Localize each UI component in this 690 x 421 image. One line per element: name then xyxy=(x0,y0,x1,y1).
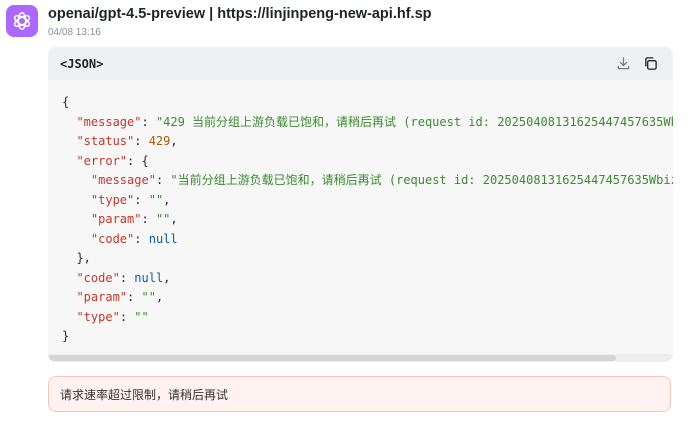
code-line: "message": "429 当前分组上游负载已饱和，请稍后再试 (reque… xyxy=(62,113,673,133)
code-token: { xyxy=(62,95,70,109)
message-timestamp: 04/08 13:16 xyxy=(48,27,101,38)
code-token: null xyxy=(148,231,178,246)
code-token: "type" xyxy=(90,192,135,207)
code-token: : xyxy=(141,114,156,129)
code-line: "param": "", xyxy=(62,288,673,308)
code-language-label: <JSON> xyxy=(60,56,104,71)
horizontal-scrollbar[interactable] xyxy=(48,354,673,362)
code-line: "code": null, xyxy=(62,269,673,289)
copy-icon xyxy=(644,56,657,70)
code-token: , xyxy=(163,192,171,207)
code-token: : xyxy=(134,134,149,148)
code-content: { "message": "429 当前分组上游负载已饱和，请稍后再试 (req… xyxy=(48,80,673,362)
code-token: "code" xyxy=(76,270,120,285)
code-token: : xyxy=(141,212,156,226)
code-token: , xyxy=(170,212,178,226)
code-token: : xyxy=(119,309,135,324)
code-line: { xyxy=(62,93,673,113)
code-token: }, xyxy=(62,251,91,265)
error-message: 请求速率超过限制，请稍后再试 xyxy=(60,387,229,402)
code-token: , xyxy=(170,134,178,148)
code-token: , xyxy=(155,290,164,304)
code-line: "code": null xyxy=(62,230,673,250)
code-line: }, xyxy=(62,249,673,269)
code-token: "error" xyxy=(76,153,128,168)
model-title: openai/gpt-4.5-preview | https://linjinp… xyxy=(48,6,432,22)
code-token: , xyxy=(163,270,171,285)
code-token: : xyxy=(134,231,149,246)
openai-logo-icon xyxy=(13,12,31,30)
code-token: "" xyxy=(134,309,149,324)
code-token: : xyxy=(127,290,142,304)
code-line: } xyxy=(62,327,673,347)
code-token: "message" xyxy=(90,173,156,187)
code-token: "" xyxy=(148,192,164,207)
code-token: "429 当前分组上游负载已饱和，请稍后再试 (request id: 2025… xyxy=(155,114,673,129)
scrollbar-thumb[interactable] xyxy=(48,355,616,361)
code-line: "param": "", xyxy=(62,210,673,230)
code-token: : xyxy=(119,270,135,285)
download-icon xyxy=(617,56,629,69)
json-code-block: <JSON> { "message": "429 当前分组上游负载已饱和，请稍后… xyxy=(48,47,673,362)
download-button[interactable] xyxy=(615,55,631,71)
code-token: "" xyxy=(141,290,156,304)
code-block-header: <JSON> xyxy=(48,47,673,80)
code-token: "type" xyxy=(76,309,120,324)
code-token: : { xyxy=(127,153,149,168)
code-token: "code" xyxy=(90,231,135,246)
code-token: "param" xyxy=(76,290,128,304)
code-token: "param" xyxy=(90,212,142,226)
code-token: null xyxy=(134,270,164,285)
code-token: 429 xyxy=(148,134,171,148)
code-token: "message" xyxy=(76,114,142,129)
code-line: "message": "当前分组上游负载已饱和，请稍后再试 (request i… xyxy=(62,171,673,191)
code-token: } xyxy=(62,329,70,343)
error-banner: 请求速率超过限制，请稍后再试 xyxy=(48,376,671,412)
code-line: "type": "", xyxy=(62,191,673,211)
copy-button[interactable] xyxy=(642,55,658,71)
code-line: "error": { xyxy=(62,152,673,172)
code-token: "当前分组上游负载已饱和，请稍后再试 (request id: 20250408… xyxy=(170,173,673,187)
json-code: { "message": "429 当前分组上游负载已饱和，请稍后再试 (req… xyxy=(48,80,673,347)
avatar xyxy=(6,5,38,37)
code-token: "" xyxy=(155,212,171,226)
code-token: : xyxy=(134,192,149,207)
code-token: "status" xyxy=(76,134,135,148)
code-line: "type": "" xyxy=(62,308,673,328)
code-line: "status": 429, xyxy=(62,132,673,152)
code-token: : xyxy=(155,173,171,187)
